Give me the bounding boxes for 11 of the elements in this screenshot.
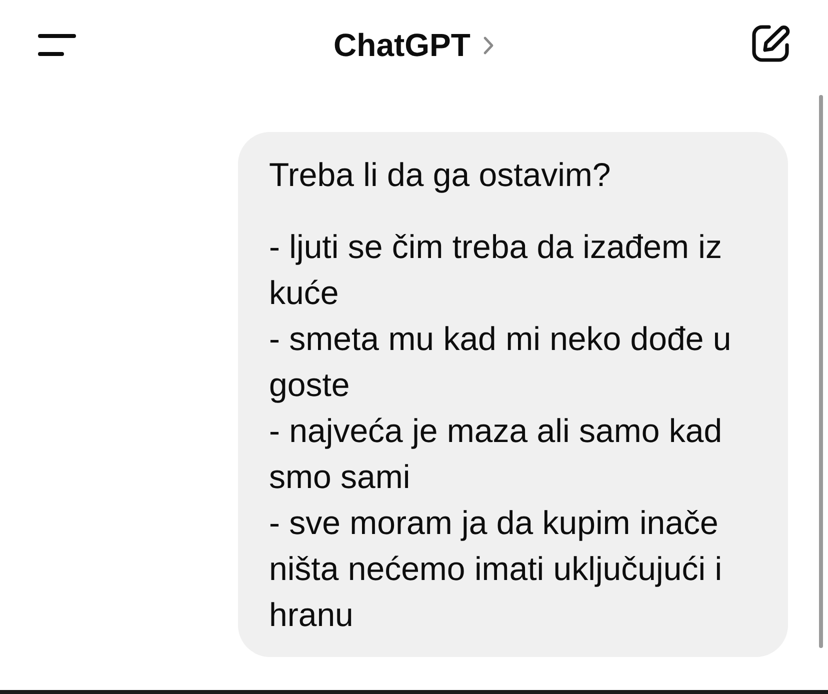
message-text: - smeta mu kad mi neko dođe u goste (269, 319, 732, 405)
new-chat-button[interactable] (752, 24, 790, 62)
edit-icon (752, 24, 790, 62)
message-text: Treba li da ga ostavim? (269, 155, 612, 195)
menu-icon (38, 33, 76, 57)
message-text: - najveća je maza ali samo kad smo sami (269, 411, 724, 497)
menu-button[interactable] (38, 33, 76, 57)
message-text: - sve moram ja da kupim inače ništa nećemo imati uključujući i hranu (269, 503, 724, 635)
chevron-right-icon (483, 36, 494, 54)
model-title-button[interactable]: ChatGPT (334, 26, 494, 64)
message-text: - ljuti se čim treba da izađem iz kuće (269, 227, 723, 313)
